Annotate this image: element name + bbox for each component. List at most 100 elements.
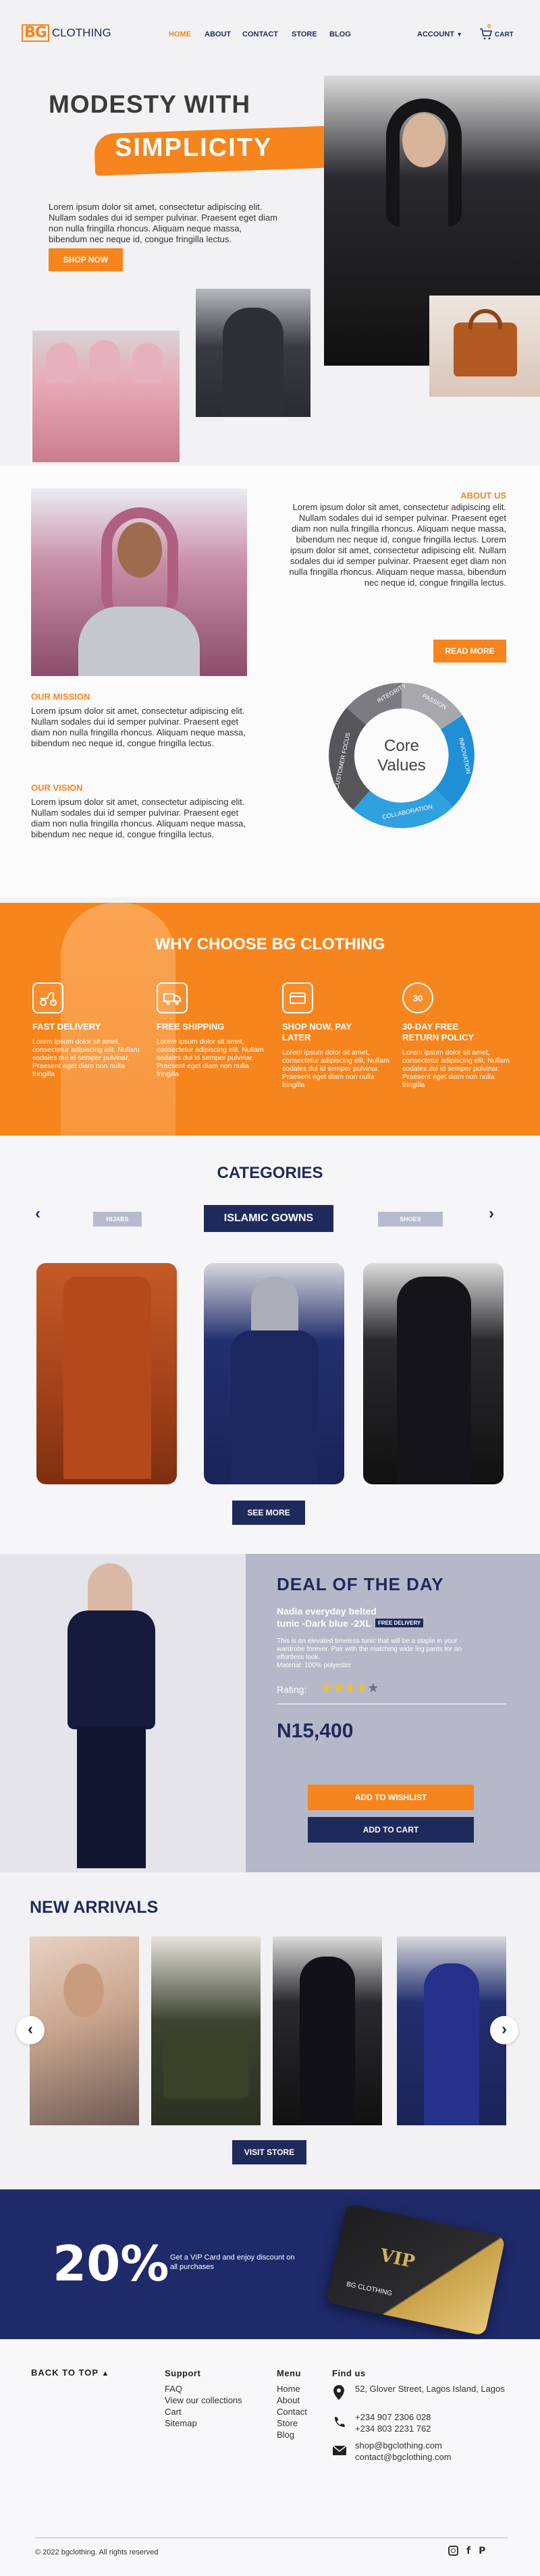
about-section: ABOUT US Lorem ipsum dolor sit amet, con… (0, 466, 540, 897)
delivery-scooter-icon (32, 982, 63, 1013)
phone-1[interactable]: +234 907 2306 028 (355, 2411, 514, 2423)
vision-text: Lorem ipsum dolor sit amet, consectetur … (31, 797, 246, 839)
footer-link-faq[interactable]: FAQ (165, 2383, 242, 2395)
vip-section: 20% Get a VIP Card and enjoy discount on… (0, 2189, 540, 2339)
email-1[interactable]: shop@bgclothing.com (355, 2440, 514, 2451)
arrival-card-bag[interactable] (151, 1936, 261, 2125)
footer-link-collections[interactable]: View our collections (165, 2395, 242, 2406)
logo-text: CLOTHING (51, 26, 111, 39)
deal-model-hijab (88, 1563, 132, 1617)
footer-support: Support FAQ View our collections Cart Si… (165, 2368, 242, 2429)
category-card-navy[interactable] (204, 1263, 344, 1484)
footer-link-about[interactable]: About (277, 2395, 307, 2406)
handbag-handle (468, 309, 502, 329)
cart-button[interactable]: 0 CART (479, 23, 520, 43)
star-icon: ★ (344, 1681, 356, 1696)
footer-link-blog[interactable]: Blog (277, 2429, 307, 2440)
why-item-return-policy: 30 30-DAY FREE RETURN POLICY Lorem ipsum… (402, 982, 510, 1089)
footer: BACK TO TOP ▲ Support FAQ View our colle… (0, 2339, 540, 2576)
email-2[interactable]: contact@bgclothing.com (355, 2451, 514, 2463)
why-item-fast-delivery: FAST DELIVERY Lorem ipsum dolor sit amet… (32, 982, 140, 1078)
instagram-icon[interactable] (448, 2546, 458, 2556)
nav-home[interactable]: HOME (169, 30, 191, 38)
why-item-text: Lorem ipsum dolor sit amet, consectetur … (32, 1038, 140, 1078)
vip-percent: 20% (53, 2235, 169, 2292)
nav-blog[interactable]: BLOG (329, 30, 351, 38)
arrival-hijab-face (63, 1963, 104, 2017)
why-item-free-shipping: FREE SHIPPING Lorem ipsum dolor sit amet… (157, 982, 265, 1078)
deal-heading: DEAL OF THE DAY (277, 1574, 444, 1594)
nav-about[interactable]: ABOUT (205, 30, 231, 38)
see-more-button[interactable]: SEE MORE (232, 1501, 305, 1525)
chevron-left-icon[interactable]: ‹ (35, 1204, 40, 1223)
back-to-top-label: BACK TO TOP (31, 2368, 99, 2378)
mission-heading: OUR MISSION (31, 692, 90, 702)
copyright-icon: © (35, 2548, 41, 2556)
add-to-cart-button[interactable]: ADD TO CART (308, 1817, 474, 1843)
rating-stars: ★★★★★ (321, 1681, 379, 1696)
arrival-black-figure (300, 1957, 355, 2125)
about-text: Lorem ipsum dolor sit amet, consectetur … (289, 502, 506, 588)
facebook-icon[interactable]: f (466, 2546, 470, 2556)
shop-now-button[interactable]: SHOP NOW (49, 248, 123, 271)
footer-support-heading: Support (165, 2368, 201, 2378)
arrivals-next-button[interactable]: › (490, 2016, 518, 2044)
account-menu[interactable]: ACCOUNT ▼ (417, 30, 462, 38)
account-label: ACCOUNT (417, 30, 454, 38)
hero-title: MODESTY WITH (49, 90, 251, 118)
category-card-black[interactable] (363, 1263, 504, 1484)
why-item-text: Lorem ipsum dolor sit amet, consectetur … (157, 1038, 264, 1078)
add-to-wishlist-button[interactable]: ADD TO WISHLIST (308, 1785, 474, 1810)
footer-link-home[interactable]: Home (277, 2383, 307, 2395)
grey-model-figure (223, 308, 284, 417)
logo[interactable]: BG CLOTHING (22, 24, 111, 42)
vip-card-label: VIP (378, 2245, 417, 2273)
star-empty-icon: ★ (367, 1681, 379, 1696)
footer-link-store[interactable]: Store (277, 2417, 307, 2429)
about-model-body (78, 607, 200, 676)
address-row: 52, Glover Street, Lagos Island, Lagos (332, 2383, 514, 2407)
star-icon: ★ (321, 1681, 333, 1696)
chevron-left-icon: ‹ (28, 2020, 33, 2038)
navy-gown-figure (231, 1331, 319, 1484)
footer-link-sitemap[interactable]: Sitemap (165, 2417, 242, 2429)
visit-store-button[interactable]: VISIT STORE (232, 2140, 306, 2164)
why-item-title: FREE SHIPPING (157, 1021, 225, 1032)
deal-price: N15,400 (277, 1720, 354, 1742)
tab-shoes[interactable]: SHOES (378, 1212, 443, 1227)
nav-store[interactable]: STORE (292, 30, 317, 38)
why-item-pay-later: SHOP NOW, PAY LATER Lorem ipsum dolor si… (282, 982, 390, 1089)
pink-model-1 (46, 343, 77, 383)
email-row: shop@bgclothing.com contact@bgclothing.c… (332, 2440, 514, 2463)
truck-icon (157, 982, 188, 1013)
rating-label: Rating: (277, 1684, 307, 1695)
footer-link-cart[interactable]: Cart (165, 2406, 242, 2417)
chevron-right-icon[interactable]: › (489, 1204, 494, 1223)
about-photo (31, 488, 247, 676)
arrival-card-black-gown[interactable] (273, 1936, 382, 2125)
arrival-card-hijab[interactable] (30, 1936, 139, 2125)
deal-material: Material: 100% polyester (277, 1662, 352, 1669)
pinterest-icon[interactable]: P (479, 2546, 485, 2556)
why-section: WHY CHOOSE BG CLOTHING FAST DELIVERY Lor… (0, 903, 540, 1136)
back-to-top-link[interactable]: BACK TO TOP ▲ (31, 2368, 109, 2378)
caret-down-icon: ▼ (456, 31, 462, 38)
hero-section: MODESTY WITH SIMPLICITY Lorem ipsum dolo… (0, 67, 540, 466)
vision-heading: OUR VISION (31, 783, 83, 793)
tab-islamic-gowns[interactable]: ISLAMIC GOWNS (204, 1205, 333, 1232)
why-heading: WHY CHOOSE BG CLOTHING (155, 935, 385, 953)
arrivals-heading: NEW ARRIVALS (30, 1898, 159, 1917)
nav-contact[interactable]: CONTACT (242, 30, 278, 38)
navy-model-hijab (251, 1277, 298, 1337)
deal-section: DEAL OF THE DAY Nadia everyday belted tu… (0, 1554, 540, 1872)
category-card-rust[interactable] (36, 1263, 177, 1484)
arrivals-prev-button[interactable]: ‹ (16, 2016, 45, 2044)
pink-model-3 (132, 343, 163, 383)
footer-link-contact[interactable]: Contact (277, 2406, 307, 2417)
deal-model-tunic (68, 1611, 155, 1729)
black-gown-figure (397, 1277, 471, 1484)
footer-find-us: Find us 52, Glover Street, Lagos Island,… (332, 2368, 514, 2463)
read-more-button[interactable]: READ MORE (433, 640, 506, 663)
tab-hijabs[interactable]: HIJABS (93, 1212, 142, 1227)
phone-2[interactable]: +234 803 2231 762 (355, 2423, 514, 2434)
